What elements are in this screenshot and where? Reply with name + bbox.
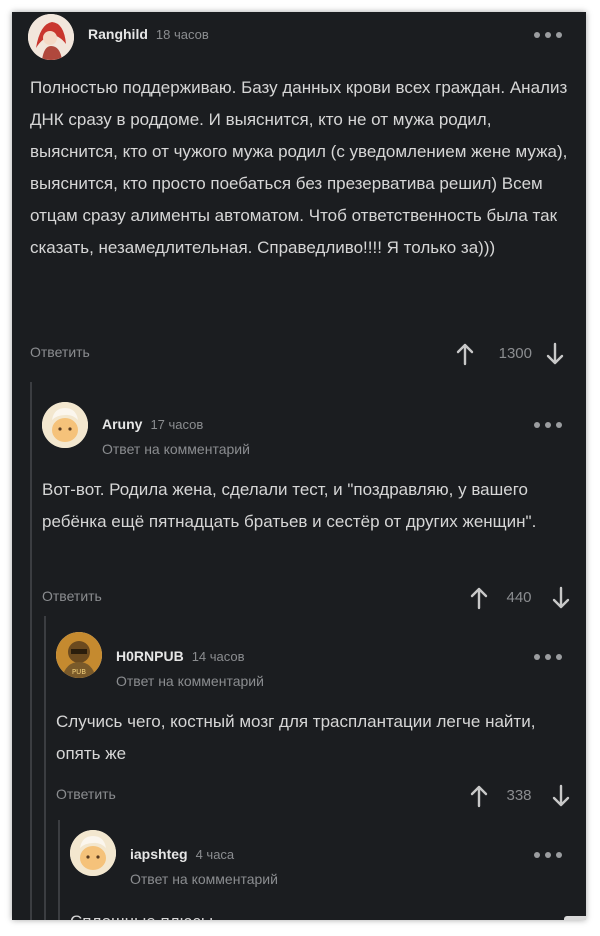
svg-text:PUB: PUB bbox=[72, 668, 86, 676]
comment-author[interactable]: iapshteg 4 часа bbox=[130, 846, 234, 862]
more-dots-icon[interactable] bbox=[534, 652, 564, 662]
reply-to-label[interactable]: Ответ на комментарий bbox=[130, 871, 278, 887]
comment-thread: Ranghild 18 часов Полностью поддерживаю. … bbox=[12, 12, 586, 920]
arrow-up-icon[interactable] bbox=[456, 342, 474, 366]
comment-text: Случись чего, костный мозг для трасплант… bbox=[56, 712, 536, 763]
comment-author[interactable]: Aruny 17 часов bbox=[102, 416, 203, 432]
scroll-edge bbox=[564, 916, 586, 920]
comment-time: 4 часа bbox=[195, 847, 235, 862]
arrow-down-icon[interactable] bbox=[546, 342, 564, 366]
vote-score: 338 bbox=[506, 787, 532, 804]
comment-time: 17 часов bbox=[150, 417, 204, 432]
reply-button[interactable]: Ответить bbox=[30, 344, 90, 360]
avatar[interactable] bbox=[42, 402, 88, 448]
comment-h0rnpub: PUB H0RNPUB 14 часов Ответ на комментарий… bbox=[46, 626, 586, 820]
reply-to-label[interactable]: Ответ на комментарий bbox=[102, 441, 250, 457]
more-dots-icon[interactable] bbox=[534, 30, 564, 40]
arrow-down-icon[interactable] bbox=[552, 784, 570, 808]
comment-aruny: Aruny 17 часов Ответ на комментарий Вот-в… bbox=[32, 396, 586, 610]
avatar[interactable]: PUB bbox=[56, 632, 102, 678]
more-dots-icon[interactable] bbox=[534, 420, 564, 430]
vote-controls: 338 bbox=[466, 784, 586, 808]
vote-controls: 440 bbox=[466, 586, 586, 610]
reply-button[interactable]: Ответить bbox=[42, 588, 102, 604]
comment-author[interactable]: H0RNPUB 14 часов bbox=[116, 648, 245, 664]
arrow-up-icon[interactable] bbox=[470, 586, 488, 610]
comment-time: 18 часов bbox=[155, 27, 209, 42]
arrow-up-icon[interactable] bbox=[470, 784, 488, 808]
vote-score: 440 bbox=[506, 589, 532, 606]
avatar[interactable] bbox=[28, 14, 74, 60]
comment-text: Сплошные плюсы bbox=[70, 906, 570, 920]
vote-score: 1300 bbox=[498, 345, 532, 362]
vote-controls: 1300 bbox=[452, 342, 572, 366]
comment-text: Полностью поддерживаю. Базу данных крови… bbox=[30, 78, 568, 257]
comment-author[interactable]: Ranghild 18 часов bbox=[88, 26, 209, 42]
reply-to-label[interactable]: Ответ на комментарий bbox=[116, 673, 264, 689]
more-dots-icon[interactable] bbox=[534, 850, 564, 860]
reply-button[interactable]: Ответить bbox=[56, 786, 116, 802]
comment-time: 14 часов bbox=[191, 649, 245, 664]
arrow-down-icon[interactable] bbox=[552, 586, 570, 610]
comment-iapshteg: iapshteg4 часа Ответ на комментарий Спло… bbox=[60, 824, 586, 920]
comment-ranghild: Ranghild 18 часов Полностью поддерживаю. … bbox=[12, 12, 586, 382]
comment-text: Вот-вот. Родила жена, сделали тест, и "п… bbox=[42, 480, 537, 531]
avatar[interactable] bbox=[70, 830, 116, 876]
